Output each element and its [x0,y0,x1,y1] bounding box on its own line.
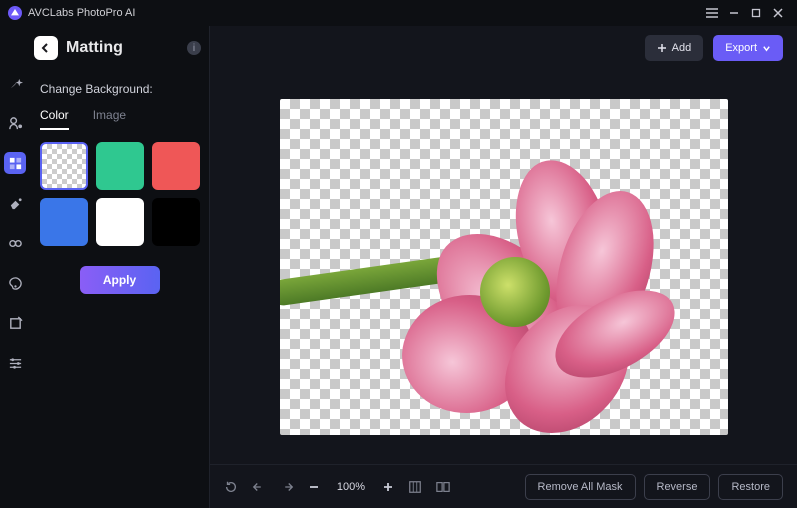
tool-magic[interactable] [4,72,26,94]
zoom-level: 100% [334,481,368,493]
tool-color[interactable] [4,272,26,294]
panel-title: Matting [66,39,179,57]
swatch-white[interactable] [96,198,144,246]
fit-icon[interactable] [408,480,422,494]
bottom-toolbar: 100% Remove All Mask Reverse Restore [210,464,797,508]
swatch-red[interactable] [152,142,200,190]
menu-icon[interactable] [701,2,723,24]
compare-icon[interactable] [436,480,450,494]
zoom-in-icon[interactable] [382,481,394,493]
main: Matting i Change Background: Color Image… [0,26,797,508]
toolstrip [0,26,30,508]
titlebar: AVCLabs PhotoPro AI [0,0,797,26]
canvas-area [210,70,797,464]
workspace: Add Export [210,26,797,508]
change-background-label: Change Background: [40,82,199,96]
chevron-down-icon [762,44,771,53]
remove-all-mask-button[interactable]: Remove All Mask [525,474,636,500]
tab-image[interactable]: Image [93,108,126,130]
tool-clone[interactable] [4,232,26,254]
add-button-label: Add [672,42,692,54]
workspace-header: Add Export [210,26,797,70]
restore-button[interactable]: Restore [718,474,783,500]
export-button-label: Export [725,42,757,54]
app-logo [8,6,22,20]
color-swatches [40,142,199,246]
info-icon[interactable]: i [187,41,201,55]
close-icon[interactable] [767,2,789,24]
undo-icon[interactable] [252,480,266,494]
swatch-transparent[interactable] [40,142,88,190]
bg-tabs: Color Image [40,108,199,130]
swatch-black[interactable] [152,198,200,246]
redo-icon[interactable] [280,480,294,494]
rotate-icon[interactable] [224,480,238,494]
swatch-green[interactable] [96,142,144,190]
zoom-out-icon[interactable] [308,481,320,493]
tool-background[interactable] [4,152,26,174]
app-title: AVCLabs PhotoPro AI [28,7,135,19]
maximize-icon[interactable] [745,2,767,24]
export-button[interactable]: Export [713,35,783,61]
tool-object[interactable] [4,112,26,134]
tool-crop[interactable] [4,312,26,334]
tool-adjust[interactable] [4,352,26,374]
add-button[interactable]: Add [645,35,704,61]
apply-button[interactable]: Apply [80,266,160,294]
side-panel: Matting i Change Background: Color Image… [30,26,210,508]
image-canvas[interactable] [280,99,728,435]
reverse-button[interactable]: Reverse [644,474,711,500]
tool-eraser[interactable] [4,192,26,214]
minimize-icon[interactable] [723,2,745,24]
flower-calyx [480,257,550,327]
swatch-blue[interactable] [40,198,88,246]
tab-color[interactable]: Color [40,108,69,130]
plus-icon [657,43,667,53]
back-button[interactable] [34,36,58,60]
